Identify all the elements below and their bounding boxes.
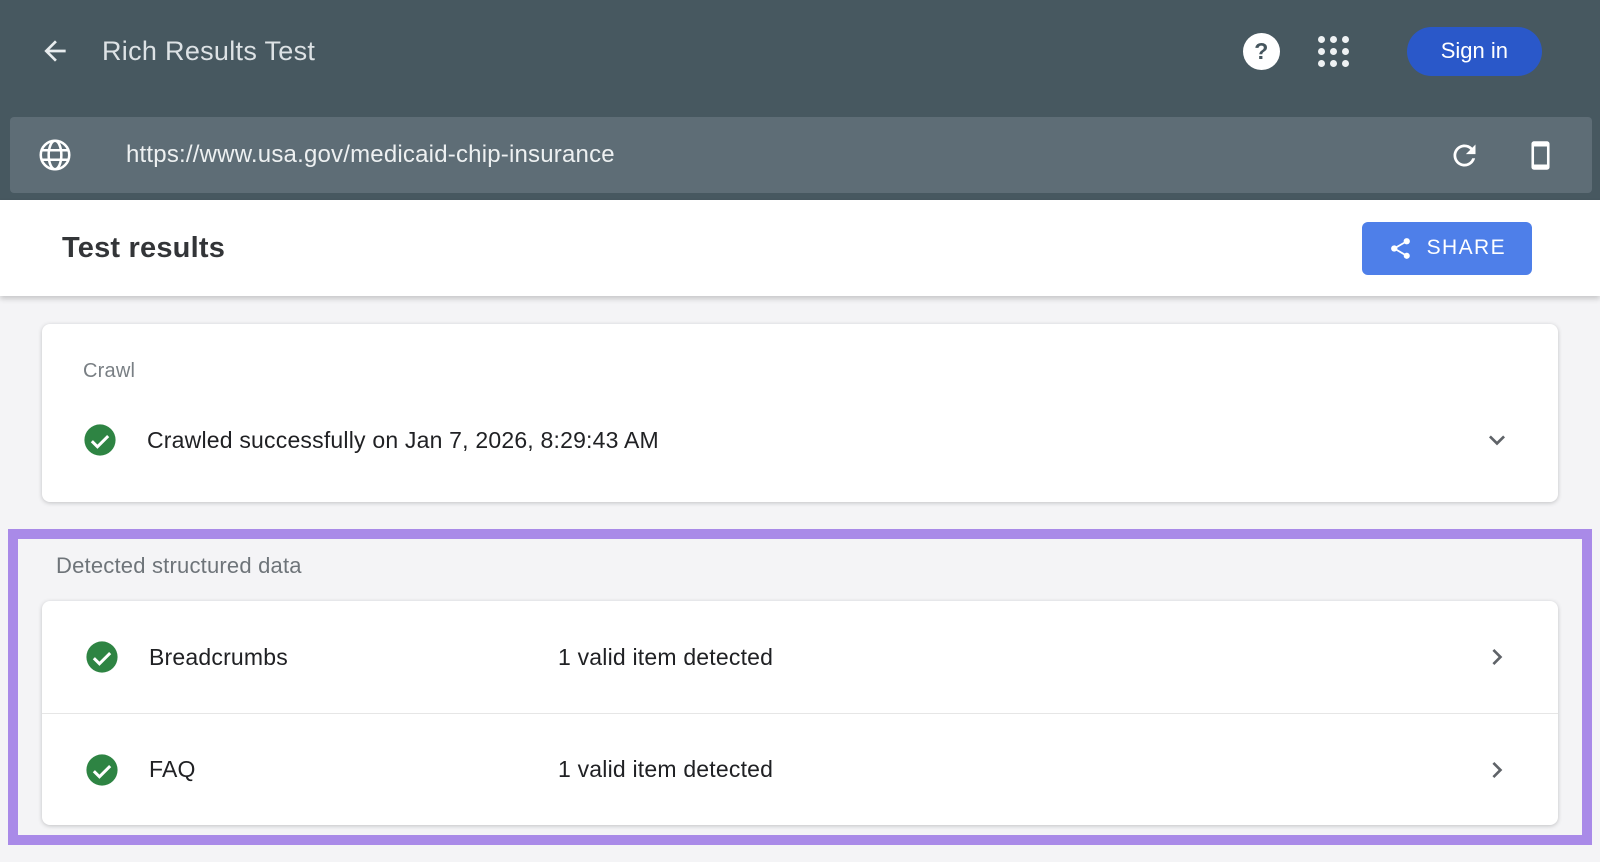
share-button-label: SHARE: [1426, 236, 1506, 259]
smartphone-icon: [1525, 140, 1556, 171]
app-bar: Rich Results Test ? Sign in: [0, 0, 1600, 102]
sign-in-button[interactable]: Sign in: [1406, 26, 1542, 76]
main-content: Crawl Crawled successfully on Jan 7, 202…: [0, 296, 1600, 845]
back-arrow-icon: [39, 35, 71, 67]
share-button[interactable]: SHARE: [1361, 221, 1532, 275]
url-actions: [1448, 139, 1556, 172]
chevron-right-icon[interactable]: [1481, 641, 1513, 673]
app-header: Rich Results Test ? Sign in https://www.…: [0, 0, 1600, 200]
results-header: Test results SHARE: [0, 200, 1600, 296]
crawl-status-row[interactable]: Crawled successfully on Jan 7, 2026, 8:2…: [83, 418, 1513, 462]
device-toggle-button[interactable]: [1525, 140, 1556, 171]
google-apps-button[interactable]: [1314, 32, 1353, 71]
structured-data-detail: 1 valid item detected: [558, 756, 774, 782]
annotation-highlight-box: Detected structured data Breadcrumbs 1 v…: [8, 529, 1592, 845]
structured-data-type: FAQ: [149, 756, 196, 782]
app-title: Rich Results Test: [102, 35, 316, 66]
check-circle-icon: [83, 423, 117, 457]
structured-data-row-breadcrumbs[interactable]: Breadcrumbs 1 valid item detected: [42, 601, 1558, 713]
structured-data-detail: 1 valid item detected: [558, 643, 774, 670]
structured-data-row-faq[interactable]: FAQ 1 valid item detected: [42, 713, 1558, 825]
check-circle-icon: [85, 753, 119, 787]
help-button[interactable]: ?: [1242, 32, 1280, 70]
check-circle-icon: [85, 640, 119, 674]
back-button[interactable]: [38, 34, 72, 68]
chevron-down-icon[interactable]: [1481, 424, 1513, 456]
structured-data-type: Breadcrumbs: [149, 643, 288, 670]
chevron-right-icon[interactable]: [1481, 754, 1513, 786]
url-bar[interactable]: https://www.usa.gov/medicaid-chip-insura…: [10, 117, 1592, 193]
refresh-icon: [1448, 139, 1481, 172]
crawl-status-text: Crawled successfully on Jan 7, 2026, 8:2…: [147, 426, 659, 453]
page-title: Test results: [62, 231, 226, 264]
url-row: https://www.usa.gov/medicaid-chip-insura…: [0, 102, 1600, 193]
tested-url[interactable]: https://www.usa.gov/medicaid-chip-insura…: [126, 141, 615, 169]
crawl-section-label: Crawl: [83, 360, 136, 382]
app-bar-actions: ? Sign in: [1242, 26, 1542, 76]
refresh-button[interactable]: [1448, 139, 1481, 172]
globe-icon: [36, 136, 74, 174]
share-icon: [1388, 236, 1413, 261]
help-icon: ?: [1254, 37, 1269, 64]
structured-data-card: Breadcrumbs 1 valid item detected FAQ 1 …: [42, 601, 1558, 825]
structured-data-label: Detected structured data: [56, 553, 302, 578]
crawl-card: Crawl Crawled successfully on Jan 7, 202…: [42, 324, 1558, 502]
